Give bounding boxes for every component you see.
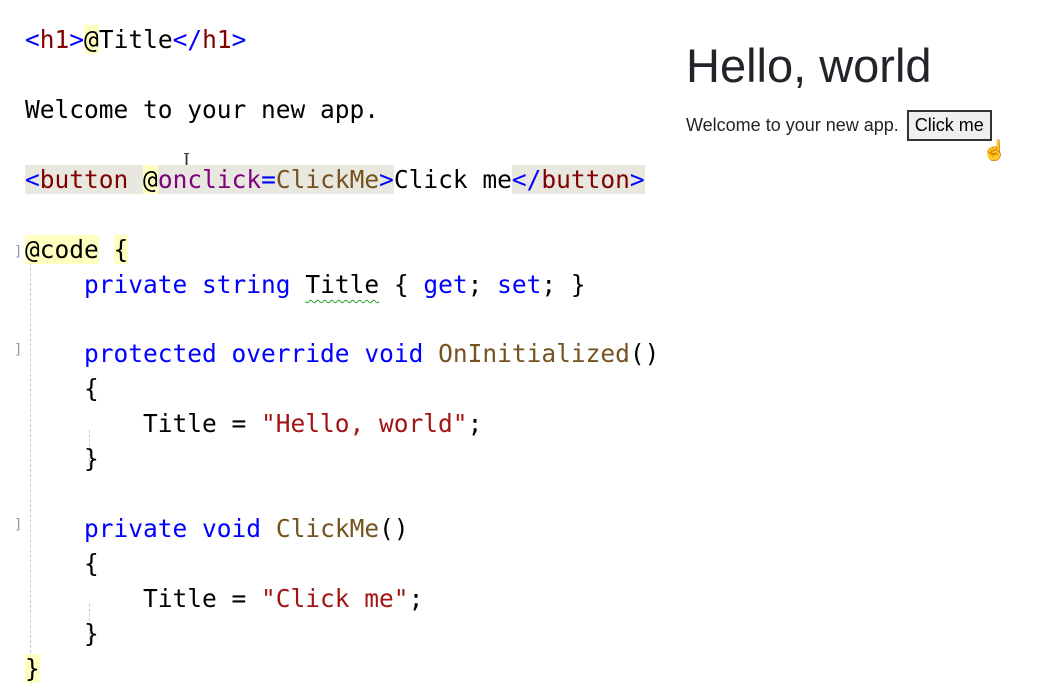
token: @code <box>25 235 99 264</box>
code-line-11: { <box>25 549 99 578</box>
token: onclick <box>157 165 262 194</box>
token: "Click me" <box>261 584 409 613</box>
token: = <box>216 409 262 438</box>
token: Title <box>98 25 173 54</box>
click-me-button[interactable]: Click me <box>906 110 992 141</box>
token: </ <box>172 25 203 54</box>
hand-pointer-cursor-icon: ☝ <box>982 140 1007 162</box>
token: () <box>629 339 660 368</box>
token: Click me <box>393 165 512 194</box>
token: string <box>202 270 291 299</box>
token: Title <box>143 584 217 613</box>
token: > <box>379 165 394 194</box>
code-line-5: private string Title { get; set; } <box>25 268 586 302</box>
token: OnInitialized <box>438 339 630 368</box>
token: > <box>231 25 247 54</box>
token: Title <box>143 409 217 438</box>
code-line-14: } <box>25 652 40 686</box>
code-line-7: { <box>25 374 99 403</box>
token: void <box>364 339 424 368</box>
fold-marker[interactable]: ] <box>15 517 20 533</box>
token: void <box>202 514 262 543</box>
token: < <box>25 25 40 54</box>
token: get <box>423 270 468 299</box>
code-line-4: @code { <box>25 233 129 267</box>
code-line-1: <h1>@Title</h1> <box>25 23 246 57</box>
token: ; <box>467 409 483 438</box>
code-line-12: Title = "Click me"; <box>25 582 423 616</box>
code-editor[interactable]: ] ] ] <h1>@Title</h1> Welcome to your ne… <box>0 0 660 683</box>
code-line-2: Welcome to your new app. <box>25 95 380 124</box>
token: ClickMe <box>275 514 380 543</box>
token: h1 <box>202 25 232 54</box>
token: override <box>231 339 350 368</box>
token: button <box>39 165 129 194</box>
token: set <box>497 270 542 299</box>
token: @ <box>84 25 99 54</box>
page-heading: Hello, world <box>686 39 932 92</box>
token: </ <box>511 165 542 194</box>
code-line-10: private void ClickMe() <box>25 512 409 546</box>
token: h1 <box>39 25 70 54</box>
token: { <box>379 270 424 299</box>
token: = <box>261 165 276 194</box>
token: { <box>113 235 129 264</box>
code-line-13: } <box>25 619 99 648</box>
token: button <box>541 165 630 194</box>
token: > <box>69 25 85 54</box>
code-line-6: protected override void OnInitialized() <box>25 337 659 371</box>
browser-preview: Hello, world Welcome to your new app. Cl… <box>686 38 992 141</box>
token: = <box>216 584 262 613</box>
token: "Hello, world" <box>261 409 468 438</box>
token: private <box>84 270 188 299</box>
code-line-8: Title = "Hello, world"; <box>25 407 482 441</box>
token: ; <box>467 270 498 299</box>
token: < <box>25 165 40 194</box>
fold-marker[interactable]: ] <box>15 342 20 358</box>
token: private <box>84 514 188 543</box>
token: @ <box>143 165 158 194</box>
token: > <box>629 165 645 194</box>
token: ClickMe <box>275 165 380 194</box>
code-line-3: <button @onclick=ClickMe>Click me</butto… <box>25 163 645 197</box>
token: () <box>379 514 409 543</box>
warning-squiggle-token[interactable]: Title <box>305 270 379 299</box>
welcome-paragraph: Welcome to your new app. <box>686 115 899 135</box>
token: ; <box>408 584 424 613</box>
token: ; } <box>541 270 586 299</box>
code-line-9: } <box>25 444 99 473</box>
token: protected <box>84 339 217 368</box>
fold-marker[interactable]: ] <box>15 244 20 260</box>
